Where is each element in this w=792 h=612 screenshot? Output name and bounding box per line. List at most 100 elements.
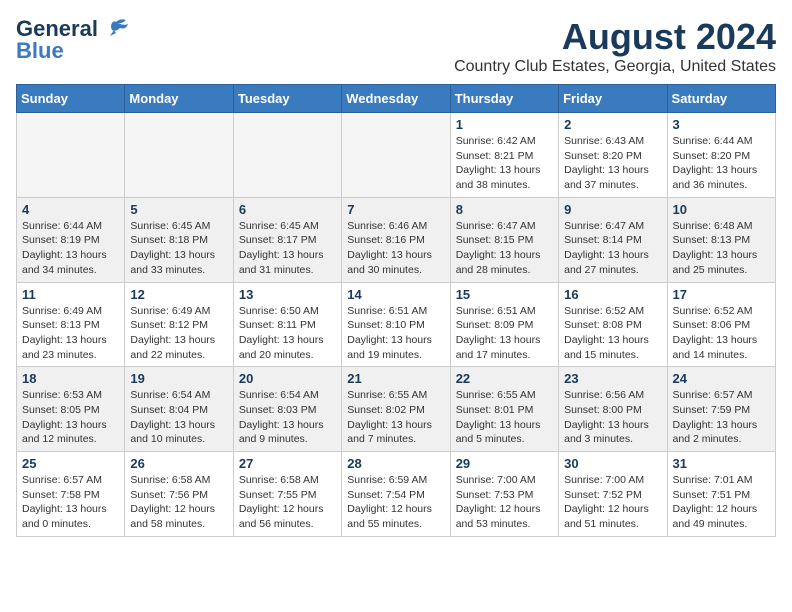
day-info: Sunrise: 6:52 AM Sunset: 8:06 PM Dayligh… <box>673 304 770 363</box>
day-number: 19 <box>130 371 227 386</box>
day-info: Sunrise: 6:57 AM Sunset: 7:58 PM Dayligh… <box>22 473 119 532</box>
day-info: Sunrise: 6:51 AM Sunset: 8:09 PM Dayligh… <box>456 304 553 363</box>
table-row: 8 Sunrise: 6:47 AM Sunset: 8:15 PM Daylig… <box>450 197 558 282</box>
day-number: 30 <box>564 456 661 471</box>
day-number: 23 <box>564 371 661 386</box>
day-number: 1 <box>456 117 553 132</box>
table-row: 9Sunrise: 6:47 AM Sunset: 8:14 PM Daylig… <box>559 197 667 282</box>
day-number: 20 <box>239 371 336 386</box>
day-info: Sunrise: 6:44 AM Sunset: 8:20 PM Dayligh… <box>673 134 770 193</box>
table-row: 20 Sunrise: 6:54 AM Sunset: 8:03 PM Dayli… <box>233 367 341 452</box>
day-number: 13 <box>239 287 336 302</box>
table-row: 23 Sunrise: 6:56 AM Sunset: 8:00 PM Dayli… <box>559 367 667 452</box>
table-row: 12 Sunrise: 6:49 AM Sunset: 8:12 PM Dayli… <box>125 282 233 367</box>
day-number: 14 <box>347 287 444 302</box>
table-row <box>342 113 450 198</box>
table-row: 11 Sunrise: 6:49 AM Sunset: 8:13 PM Dayli… <box>17 282 125 367</box>
calendar-table: Sunday Monday Tuesday Wednesday Thursday… <box>16 84 776 537</box>
table-row: 5 Sunrise: 6:45 AM Sunset: 8:18 PM Daylig… <box>125 197 233 282</box>
table-row: 26Sunrise: 6:58 AM Sunset: 7:56 PM Dayli… <box>125 452 233 537</box>
table-row: 29Sunrise: 7:00 AM Sunset: 7:53 PM Dayli… <box>450 452 558 537</box>
day-info: Sunrise: 6:47 AM Sunset: 8:15 PM Dayligh… <box>456 219 553 278</box>
day-number: 21 <box>347 371 444 386</box>
day-info: Sunrise: 6:49 AM Sunset: 8:12 PM Dayligh… <box>130 304 227 363</box>
day-info: Sunrise: 6:58 AM Sunset: 7:55 PM Dayligh… <box>239 473 336 532</box>
table-row: 6Sunrise: 6:45 AM Sunset: 8:17 PM Daylig… <box>233 197 341 282</box>
day-info: Sunrise: 6:45 AM Sunset: 8:18 PM Dayligh… <box>130 219 227 278</box>
calendar-week-5: 25 Sunrise: 6:57 AM Sunset: 7:58 PM Dayli… <box>17 452 776 537</box>
table-row: 13 Sunrise: 6:50 AM Sunset: 8:11 PM Dayli… <box>233 282 341 367</box>
table-row: 1 Sunrise: 6:42 AM Sunset: 8:21 PM Daylig… <box>450 113 558 198</box>
day-number: 11 <box>22 287 119 302</box>
logo: General Blue <box>16 16 130 64</box>
calendar-week-1: 1 Sunrise: 6:42 AM Sunset: 8:21 PM Daylig… <box>17 113 776 198</box>
day-number: 31 <box>673 456 770 471</box>
day-info: Sunrise: 6:54 AM Sunset: 8:03 PM Dayligh… <box>239 388 336 447</box>
col-wednesday: Wednesday <box>342 85 450 113</box>
table-row: 19 Sunrise: 6:54 AM Sunset: 8:04 PM Dayli… <box>125 367 233 452</box>
table-row: 2Sunrise: 6:43 AM Sunset: 8:20 PM Daylig… <box>559 113 667 198</box>
calendar-header-row: Sunday Monday Tuesday Wednesday Thursday… <box>17 85 776 113</box>
day-info: Sunrise: 6:53 AM Sunset: 8:05 PM Dayligh… <box>22 388 119 447</box>
day-number: 26 <box>130 456 227 471</box>
day-number: 7 <box>347 202 444 217</box>
table-row <box>233 113 341 198</box>
table-row: 28Sunrise: 6:59 AM Sunset: 7:54 PM Dayli… <box>342 452 450 537</box>
day-info: Sunrise: 6:43 AM Sunset: 8:20 PM Dayligh… <box>564 134 661 193</box>
day-info: Sunrise: 6:46 AM Sunset: 8:16 PM Dayligh… <box>347 219 444 278</box>
day-info: Sunrise: 7:01 AM Sunset: 7:51 PM Dayligh… <box>673 473 770 532</box>
day-info: Sunrise: 6:52 AM Sunset: 8:08 PM Dayligh… <box>564 304 661 363</box>
day-number: 18 <box>22 371 119 386</box>
day-number: 15 <box>456 287 553 302</box>
day-number: 4 <box>22 202 119 217</box>
day-number: 12 <box>130 287 227 302</box>
day-number: 16 <box>564 287 661 302</box>
page-subtitle: Country Club Estates, Georgia, United St… <box>454 58 776 76</box>
table-row: 25 Sunrise: 6:57 AM Sunset: 7:58 PM Dayli… <box>17 452 125 537</box>
calendar-week-3: 11 Sunrise: 6:49 AM Sunset: 8:13 PM Dayli… <box>17 282 776 367</box>
table-row: 16 Sunrise: 6:52 AM Sunset: 8:08 PM Dayli… <box>559 282 667 367</box>
col-thursday: Thursday <box>450 85 558 113</box>
table-row: 17 Sunrise: 6:52 AM Sunset: 8:06 PM Dayli… <box>667 282 775 367</box>
day-number: 25 <box>22 456 119 471</box>
day-info: Sunrise: 6:55 AM Sunset: 8:02 PM Dayligh… <box>347 388 444 447</box>
table-row <box>125 113 233 198</box>
col-sunday: Sunday <box>17 85 125 113</box>
day-info: Sunrise: 6:50 AM Sunset: 8:11 PM Dayligh… <box>239 304 336 363</box>
table-row <box>17 113 125 198</box>
logo-blue: Blue <box>16 38 64 64</box>
logo-bird-icon <box>102 18 130 40</box>
table-row: 10 Sunrise: 6:48 AM Sunset: 8:13 PM Dayli… <box>667 197 775 282</box>
day-number: 8 <box>456 202 553 217</box>
day-info: Sunrise: 6:47 AM Sunset: 8:14 PM Dayligh… <box>564 219 661 278</box>
table-row: 31 Sunrise: 7:01 AM Sunset: 7:51 PM Dayli… <box>667 452 775 537</box>
day-number: 10 <box>673 202 770 217</box>
table-row: 7 Sunrise: 6:46 AM Sunset: 8:16 PM Daylig… <box>342 197 450 282</box>
day-info: Sunrise: 6:56 AM Sunset: 8:00 PM Dayligh… <box>564 388 661 447</box>
day-info: Sunrise: 6:48 AM Sunset: 8:13 PM Dayligh… <box>673 219 770 278</box>
title-block: August 2024 Country Club Estates, Georgi… <box>454 16 776 76</box>
table-row: 15 Sunrise: 6:51 AM Sunset: 8:09 PM Dayli… <box>450 282 558 367</box>
day-info: Sunrise: 6:49 AM Sunset: 8:13 PM Dayligh… <box>22 304 119 363</box>
day-number: 5 <box>130 202 227 217</box>
day-number: 24 <box>673 371 770 386</box>
day-number: 22 <box>456 371 553 386</box>
day-number: 17 <box>673 287 770 302</box>
day-info: Sunrise: 6:42 AM Sunset: 8:21 PM Dayligh… <box>456 134 553 193</box>
day-info: Sunrise: 6:51 AM Sunset: 8:10 PM Dayligh… <box>347 304 444 363</box>
table-row: 4 Sunrise: 6:44 AM Sunset: 8:19 PM Daylig… <box>17 197 125 282</box>
col-friday: Friday <box>559 85 667 113</box>
day-info: Sunrise: 6:44 AM Sunset: 8:19 PM Dayligh… <box>22 219 119 278</box>
day-info: Sunrise: 6:45 AM Sunset: 8:17 PM Dayligh… <box>239 219 336 278</box>
day-number: 28 <box>347 456 444 471</box>
table-row: 3 Sunrise: 6:44 AM Sunset: 8:20 PM Daylig… <box>667 113 775 198</box>
calendar-week-4: 18 Sunrise: 6:53 AM Sunset: 8:05 PM Dayli… <box>17 367 776 452</box>
table-row: 14 Sunrise: 6:51 AM Sunset: 8:10 PM Dayli… <box>342 282 450 367</box>
table-row: 24Sunrise: 6:57 AM Sunset: 7:59 PM Dayli… <box>667 367 775 452</box>
col-tuesday: Tuesday <box>233 85 341 113</box>
table-row: 22Sunrise: 6:55 AM Sunset: 8:01 PM Dayli… <box>450 367 558 452</box>
col-monday: Monday <box>125 85 233 113</box>
day-number: 3 <box>673 117 770 132</box>
day-info: Sunrise: 6:54 AM Sunset: 8:04 PM Dayligh… <box>130 388 227 447</box>
day-info: Sunrise: 7:00 AM Sunset: 7:53 PM Dayligh… <box>456 473 553 532</box>
